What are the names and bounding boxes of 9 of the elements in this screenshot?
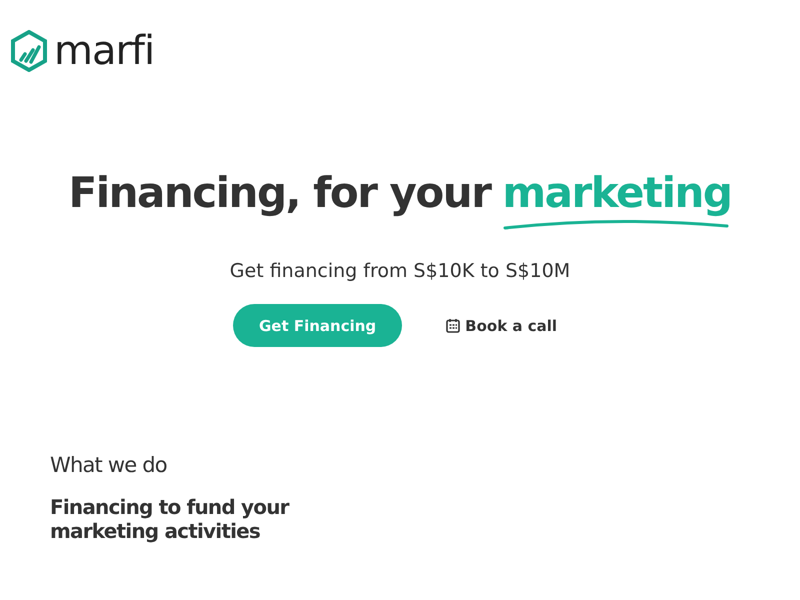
- section-heading: Financing to fund your marketing activities: [50, 495, 290, 543]
- hero-subtitle: Get financing from S$10K to S$10M: [230, 260, 570, 282]
- highlight-word: marketing: [502, 172, 732, 214]
- hero-title: Financing, for your: [68, 172, 490, 214]
- logo-icon: [10, 30, 48, 72]
- calendar-icon: [446, 318, 460, 333]
- section-eyebrow: What we do: [50, 453, 168, 477]
- book-call-link[interactable]: Book a call: [446, 316, 558, 334]
- logo-wordmark: marfi: [54, 31, 154, 71]
